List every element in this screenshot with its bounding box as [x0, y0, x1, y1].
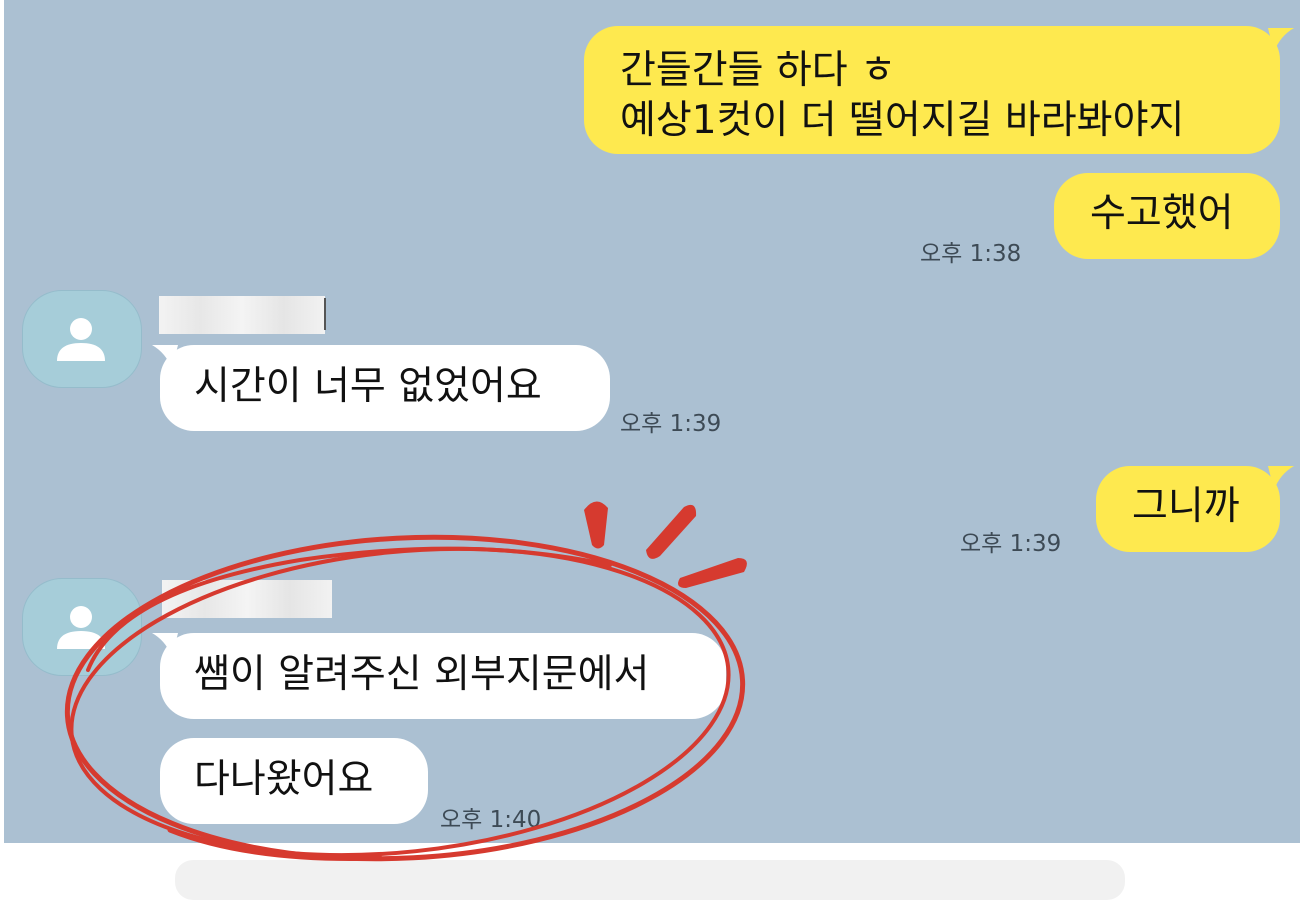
message-time: 오후 1:39 — [960, 531, 1062, 557]
message-line: 간들간들 하다 ㅎ — [620, 48, 896, 93]
default-user-silhouette-icon — [57, 606, 105, 649]
chat-area[interactable]: 간들간들 하다 ㅎ 예상1컷이 더 떨어지길 바라봐야지 수고했어 오후 1:3… — [4, 0, 1300, 843]
my-message-bubble[interactable]: 수고했어 — [1054, 173, 1280, 259]
name-edge-mark — [324, 298, 326, 330]
message-text: 쌤이 알려주신 외부지문에서 — [194, 652, 650, 697]
avatar[interactable] — [22, 578, 142, 676]
message-time: 오후 1:38 — [920, 241, 1022, 267]
message-time: 오후 1:39 — [620, 411, 722, 437]
message-text: 수고했어 — [1090, 191, 1234, 236]
my-message-bubble[interactable]: 간들간들 하다 ㅎ 예상1컷이 더 떨어지길 바라봐야지 — [584, 26, 1280, 154]
message-time: 오후 1:40 — [440, 807, 542, 833]
message-text: 그니까 — [1132, 484, 1240, 529]
sender-name-redacted — [159, 296, 325, 334]
default-user-silhouette-icon — [57, 318, 105, 361]
bubble-tail — [1268, 28, 1294, 52]
my-message-bubble[interactable]: 그니까 — [1096, 466, 1280, 552]
their-message-bubble[interactable]: 다나왔어요 — [160, 738, 428, 824]
their-message-bubble[interactable]: 쌤이 알려주신 외부지문에서 — [160, 633, 726, 719]
their-message-bubble[interactable]: 시간이 너무 없었어요 — [160, 345, 610, 431]
bubble-tail — [152, 633, 178, 657]
bubble-tail — [152, 345, 178, 369]
bubble-tail — [1268, 466, 1294, 490]
message-text: 다나왔어요 — [194, 757, 374, 802]
message-input-field[interactable] — [175, 860, 1125, 900]
avatar[interactable] — [22, 290, 142, 388]
message-text: 시간이 너무 없었어요 — [194, 364, 542, 409]
sender-name-redacted — [162, 580, 332, 618]
message-line: 예상1컷이 더 떨어지길 바라봐야지 — [620, 98, 1185, 143]
